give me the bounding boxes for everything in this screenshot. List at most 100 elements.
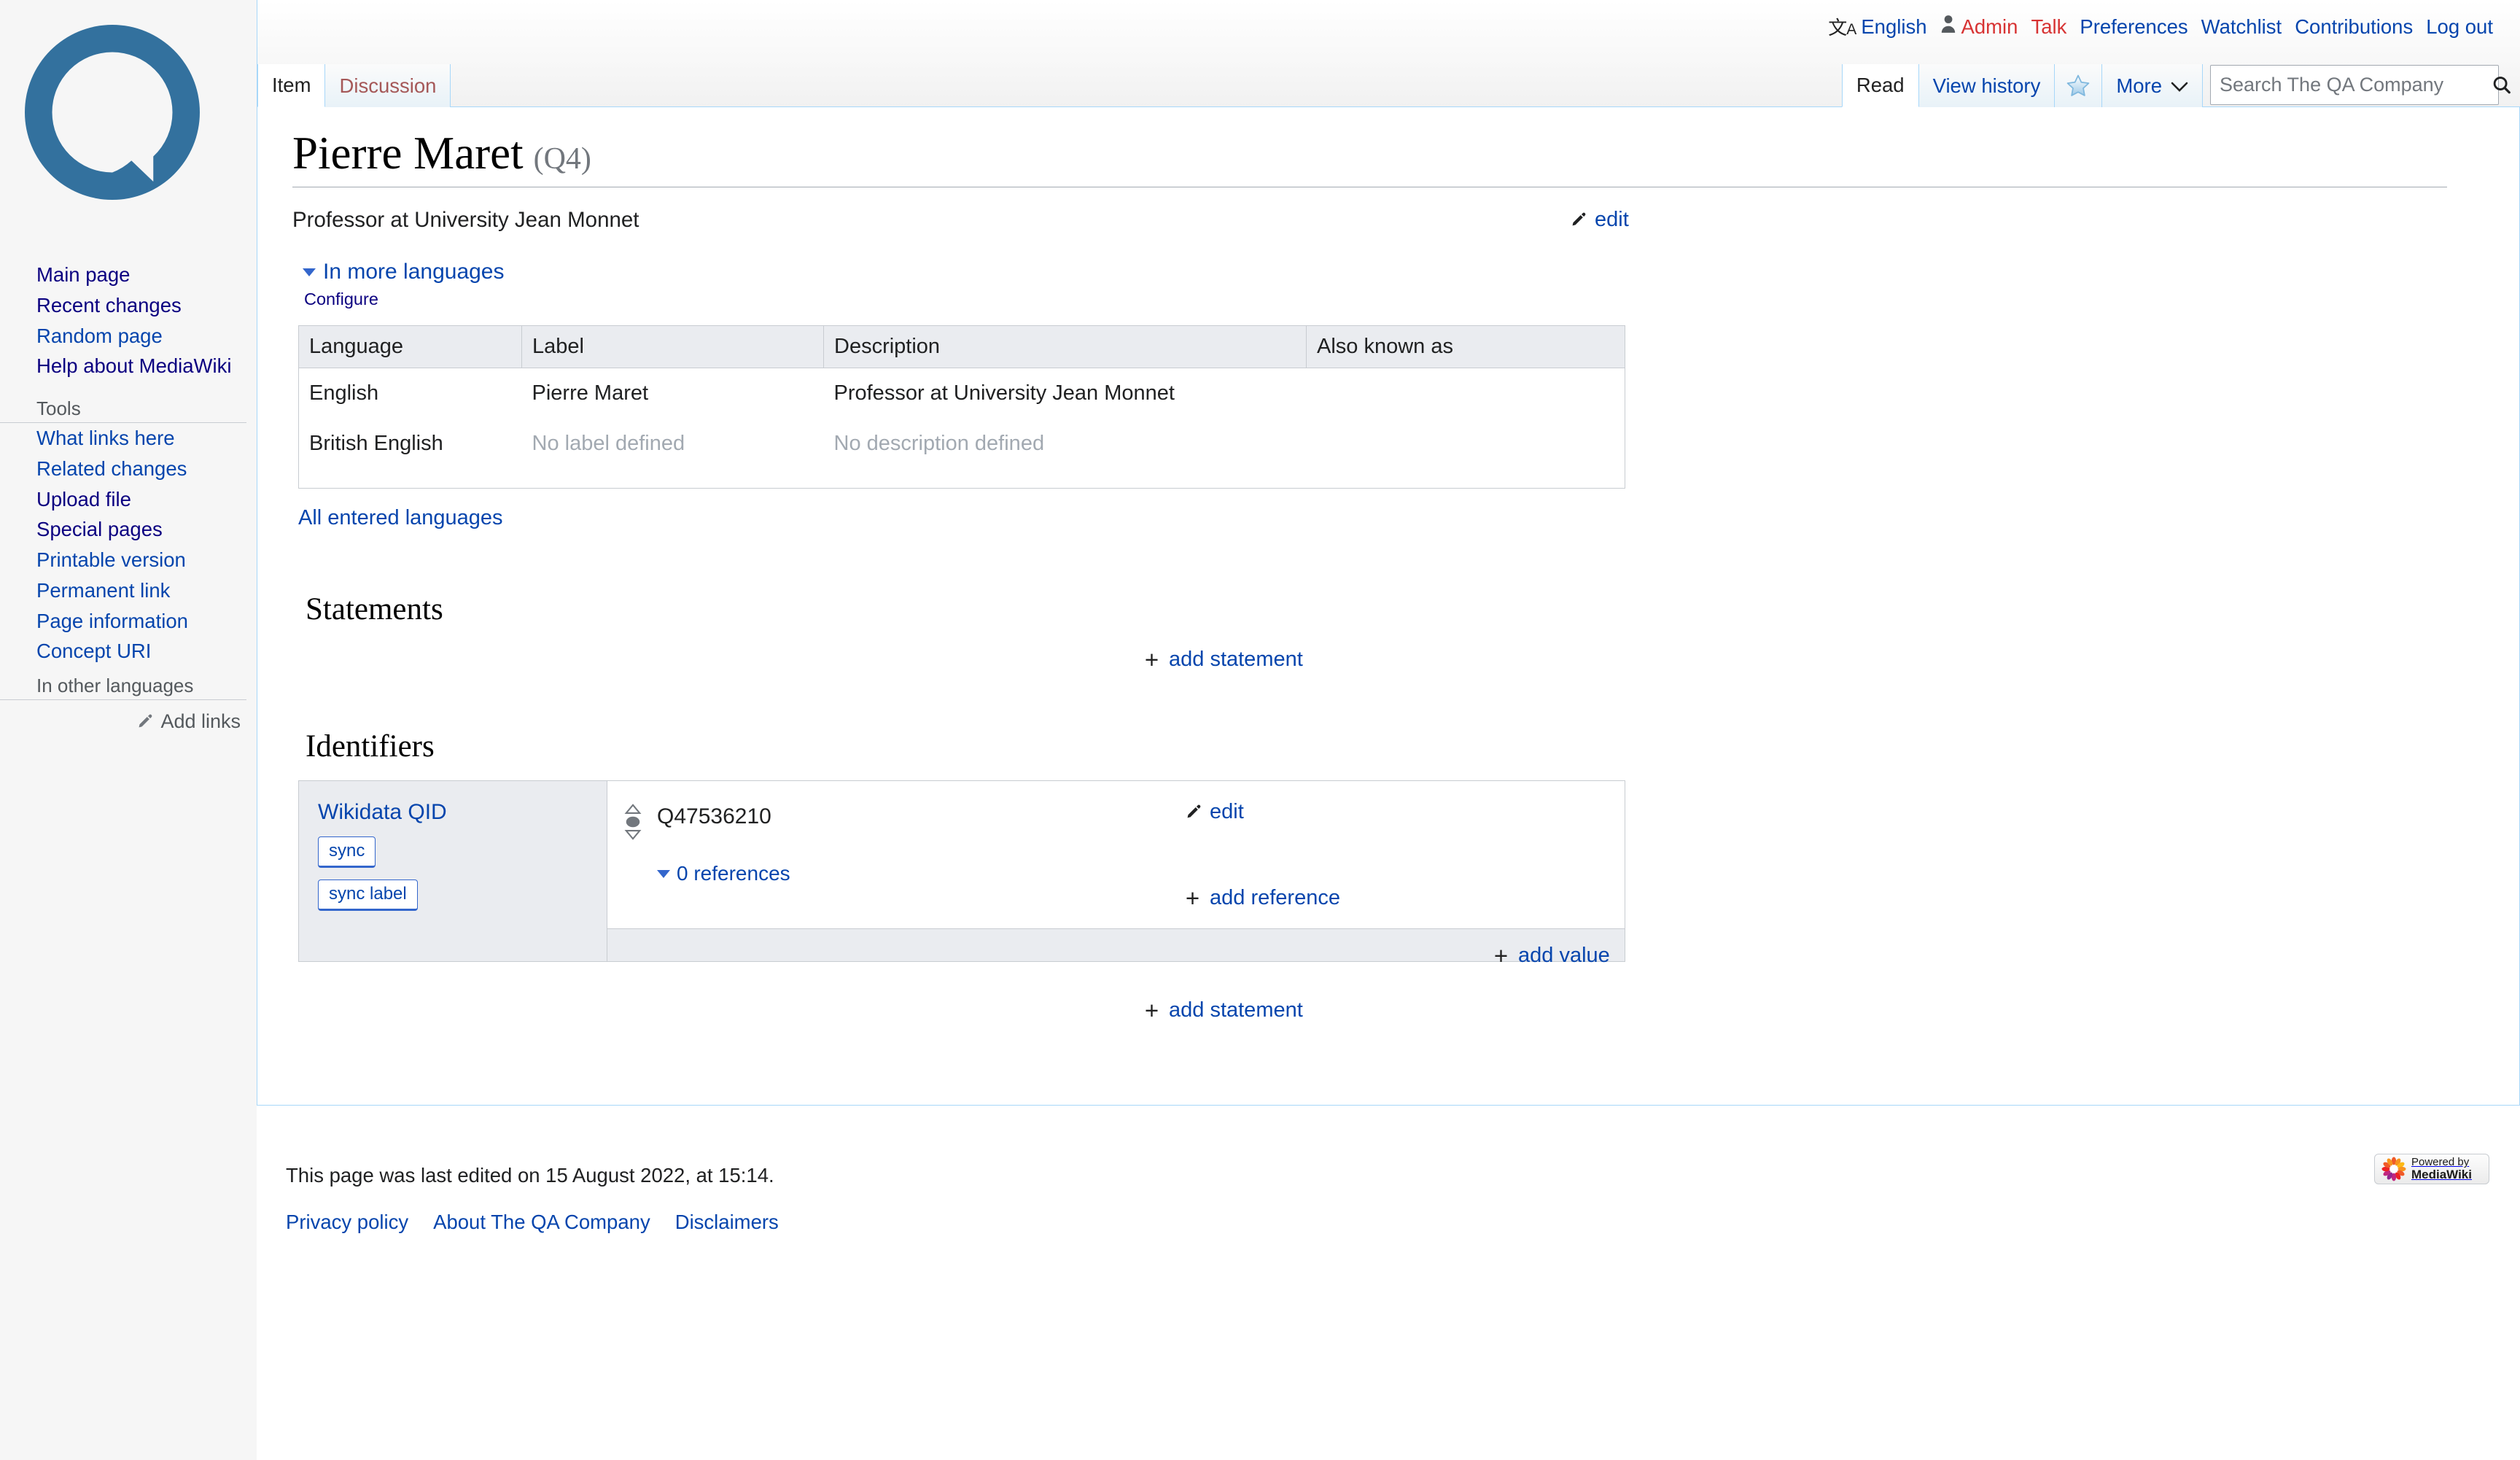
- pt-watchlist[interactable]: Watchlist: [2195, 15, 2289, 39]
- claims-column: Q47536210 0 references edit + add refere…: [607, 781, 1625, 968]
- add-value-button[interactable]: + add value: [1492, 944, 1610, 968]
- tab-item[interactable]: Item: [257, 64, 326, 107]
- plus-icon: +: [1185, 885, 1200, 912]
- pt-talk[interactable]: Talk: [2024, 15, 2073, 39]
- rank-normal-icon[interactable]: [623, 803, 642, 841]
- sync-label-button[interactable]: sync label: [318, 880, 418, 912]
- sidebar-item-special-pages[interactable]: Special pages: [0, 514, 257, 545]
- content-area: Item Discussion Read View history More S…: [257, 0, 2520, 1106]
- footer-icons: Powered by MediaWiki: [2374, 1154, 2489, 1184]
- caret-down-icon: [303, 268, 316, 276]
- badge-line2: MediaWiki: [2411, 1167, 2472, 1181]
- tab-read[interactable]: Read: [1841, 64, 1919, 107]
- search-form[interactable]: [2210, 65, 2511, 105]
- cell-label[interactable]: Pierre Maret: [522, 368, 824, 419]
- sidebar-item-main-page[interactable]: Main page: [0, 260, 257, 290]
- footer-disclaimers[interactable]: Disclaimers: [675, 1211, 779, 1234]
- col-also-known-as: Also known as: [1306, 325, 1625, 369]
- tab-discussion[interactable]: Discussion: [325, 64, 451, 107]
- sidebar-item-random-page[interactable]: Random page: [0, 321, 257, 352]
- identifiers-heading: Identifiers: [306, 729, 435, 764]
- cell-description[interactable]: Professor at University Jean Monnet: [824, 368, 1307, 419]
- sidebar-link-upload-file[interactable]: Upload file: [0, 484, 257, 515]
- sidebar-link-printable-version[interactable]: Printable version: [0, 545, 257, 575]
- sync-button[interactable]: sync: [318, 836, 376, 869]
- sidebar-item-upload-file[interactable]: Upload file: [0, 484, 257, 515]
- cell-description[interactable]: No description defined: [824, 419, 1307, 489]
- sidebar-item-what-links-here[interactable]: What links here: [0, 423, 257, 454]
- table-row: English Pierre Maret Professor at Univer…: [299, 368, 1625, 419]
- plus-icon: +: [1493, 942, 1509, 970]
- cell-aliases[interactable]: [1307, 368, 1625, 419]
- sidebar-link-special-pages[interactable]: Special pages: [0, 514, 257, 545]
- tab-watch[interactable]: [2055, 64, 2103, 107]
- references-toggle[interactable]: 0 references: [657, 862, 790, 885]
- tab-more-link[interactable]: More: [2116, 74, 2162, 98]
- sidebar-link-help[interactable]: Help about MediaWiki: [0, 351, 257, 381]
- tab-item-link[interactable]: Item: [272, 74, 311, 97]
- sidebar-link-concept-uri[interactable]: Concept URI: [0, 636, 257, 667]
- pt-language-link[interactable]: English: [1861, 15, 1926, 39]
- powered-by-mediawiki-badge[interactable]: Powered by MediaWiki: [2374, 1154, 2489, 1184]
- sidebar-item-help[interactable]: Help about MediaWiki: [0, 351, 257, 381]
- add-links-button[interactable]: Add links: [135, 710, 241, 733]
- statements-heading: Statements: [306, 592, 443, 627]
- sidebar-link-related-changes[interactable]: Related changes: [0, 454, 257, 484]
- edit-description-button[interactable]: edit: [1568, 208, 1629, 232]
- add-statement-button[interactable]: + add statement: [1143, 648, 1303, 672]
- sidebar-tools-heading: Tools: [0, 397, 246, 423]
- property-link-wikidata-qid[interactable]: Wikidata QID: [318, 800, 447, 825]
- tab-read-link[interactable]: Read: [1856, 74, 1905, 97]
- pt-logout[interactable]: Log out: [2419, 15, 2500, 39]
- sidebar-item-page-information[interactable]: Page information: [0, 606, 257, 637]
- star-icon: [2067, 74, 2090, 96]
- footer-privacy-policy[interactable]: Privacy policy: [286, 1211, 408, 1234]
- in-more-languages-toggle[interactable]: In more languages: [303, 260, 505, 284]
- pt-logout-link[interactable]: Log out: [2426, 15, 2493, 39]
- tab-view-history-link[interactable]: View history: [1933, 74, 2041, 98]
- add-reference-button[interactable]: + add reference: [1183, 886, 1340, 910]
- pt-language[interactable]: 文A English: [1821, 13, 1933, 40]
- pt-userpage-link[interactable]: Admin: [1961, 15, 2018, 39]
- search-input[interactable]: [2211, 66, 2486, 104]
- in-more-languages-section: In more languages Configure: [303, 256, 2480, 310]
- sidebar-link-main-page[interactable]: Main page: [0, 260, 257, 290]
- sidebar-panel: Main page Recent changes Random page Hel…: [0, 0, 257, 1460]
- footer-about[interactable]: About The QA Company: [433, 1211, 650, 1234]
- sidebar-other-languages: In other languages Add links: [0, 675, 257, 737]
- sidebar-item-recent-changes[interactable]: Recent changes: [0, 290, 257, 321]
- search-button[interactable]: [2486, 66, 2517, 104]
- search-icon: [2493, 76, 2511, 93]
- view-tabs: Read View history More: [1841, 64, 2203, 107]
- sidebar-link-what-links-here[interactable]: What links here: [0, 423, 257, 454]
- sidebar-link-page-information[interactable]: Page information: [0, 606, 257, 637]
- edit-claim-label: edit: [1210, 800, 1244, 824]
- tab-view-history[interactable]: View history: [1918, 64, 2056, 107]
- sidebar-item-concept-uri[interactable]: Concept URI: [0, 636, 257, 667]
- site-logo[interactable]: [16, 16, 209, 209]
- pt-userpage[interactable]: Admin: [1934, 15, 2025, 39]
- configure-link[interactable]: Configure: [304, 290, 2480, 309]
- terms-table-head: Language Label Description Also known as: [298, 325, 1625, 369]
- all-entered-languages-link[interactable]: All entered languages: [298, 506, 503, 530]
- add-statement-button[interactable]: + add statement: [1143, 998, 1303, 1022]
- edit-claim-button[interactable]: edit: [1183, 800, 1244, 824]
- claim-tools: edit: [1183, 800, 1504, 828]
- pt-watchlist-link[interactable]: Watchlist: [2201, 15, 2282, 39]
- cell-label[interactable]: No label defined: [522, 419, 824, 489]
- sidebar-item-permanent-link[interactable]: Permanent link: [0, 575, 257, 606]
- sidebar-item-printable-version[interactable]: Printable version: [0, 545, 257, 575]
- sidebar-link-recent-changes[interactable]: Recent changes: [0, 290, 257, 321]
- pt-contributions[interactable]: Contributions: [2288, 15, 2419, 39]
- sidebar-link-permanent-link[interactable]: Permanent link: [0, 575, 257, 606]
- cell-aliases[interactable]: [1307, 419, 1625, 489]
- tab-discussion-link[interactable]: Discussion: [339, 74, 436, 98]
- tab-more[interactable]: More: [2102, 64, 2203, 107]
- sidebar-item-related-changes[interactable]: Related changes: [0, 454, 257, 484]
- add-reference-label: add reference: [1210, 886, 1340, 910]
- pt-preferences-link[interactable]: Preferences: [2080, 15, 2188, 39]
- pt-preferences[interactable]: Preferences: [2073, 15, 2194, 39]
- pt-talk-link[interactable]: Talk: [2031, 15, 2066, 39]
- sidebar-link-random-page[interactable]: Random page: [0, 321, 257, 352]
- pt-contributions-link[interactable]: Contributions: [2295, 15, 2413, 39]
